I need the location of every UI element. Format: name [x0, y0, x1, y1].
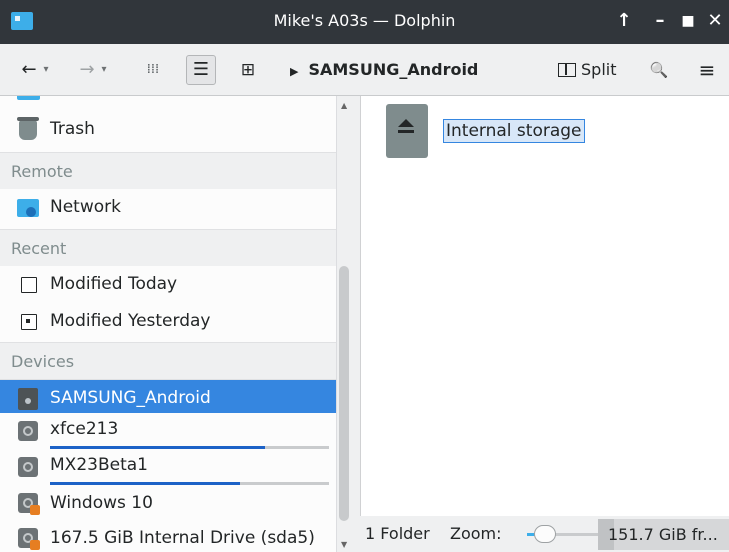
- disk-icon: [18, 421, 38, 441]
- sidebar-item-xfce213[interactable]: xfce213: [0, 413, 336, 450]
- split-button[interactable]: Split: [558, 54, 616, 86]
- forward-arrow-icon[interactable]: →: [76, 54, 98, 86]
- zoom-slider-handle[interactable]: [534, 525, 556, 543]
- file-view[interactable]: [360, 96, 729, 516]
- windows-disk-icon: [18, 528, 40, 550]
- breadcrumb-current[interactable]: SAMSUNG_Android: [308, 60, 478, 79]
- section-header-label: Remote: [11, 162, 73, 181]
- windows-disk-icon: [18, 493, 40, 515]
- free-space-indicator[interactable]: 151.7 GiB fr...: [598, 519, 729, 550]
- compact-view-icon[interactable]: ⊞: [234, 54, 262, 86]
- minimize-button[interactable]: –: [648, 9, 672, 33]
- network-folder-icon: [17, 199, 39, 217]
- sidebar-item-internal-drive[interactable]: 167.5 GiB Internal Drive (sda5): [0, 520, 336, 552]
- close-button[interactable]: ✕: [703, 9, 727, 33]
- zoom-label: Zoom:: [450, 524, 502, 543]
- back-arrow-icon[interactable]: ←: [18, 54, 40, 86]
- sidebar-item-mx23beta1[interactable]: MX23Beta1: [0, 449, 336, 486]
- sidebar-item-label: Network: [50, 197, 121, 217]
- partial-place-item-icon: [17, 96, 40, 100]
- status-summary: 1 Folder: [365, 524, 430, 543]
- calendar-icon: [21, 277, 37, 293]
- sidebar-item-label: Windows 10: [50, 493, 153, 513]
- sidebar-item-label: xfce213: [50, 419, 119, 439]
- sidebar-item-network[interactable]: Network: [0, 189, 336, 226]
- keep-above-button[interactable]: ↑: [612, 9, 636, 33]
- section-header-recent: Recent: [0, 229, 336, 267]
- file-item-internal-storage[interactable]: Internal storage: [443, 119, 585, 143]
- toolbar: ← ▾ → ▾ ⁞⁞⁞ ☰ ⊞ ▶ SAMSUNG_Android Split 🔍…: [0, 44, 729, 96]
- search-icon[interactable]: 🔍: [647, 54, 671, 86]
- sidebar-item-trash[interactable]: Trash: [0, 111, 336, 148]
- sidebar-item-samsung-android[interactable]: SAMSUNG_Android: [0, 380, 336, 417]
- disk-icon: [18, 457, 38, 477]
- scroll-up-arrow-icon[interactable]: ▲: [341, 101, 347, 110]
- status-bar: 1 Folder Zoom: 151.7 GiB fr...: [352, 516, 729, 552]
- breadcrumb-arrow-icon: ▶: [290, 65, 299, 78]
- storage-icon[interactable]: [386, 104, 428, 158]
- window-titlebar[interactable]: Mike's A03s — Dolphin ↑ – ■ ✕: [0, 0, 729, 44]
- forward-history-dropdown[interactable]: ▾: [98, 54, 110, 86]
- maximize-button[interactable]: ■: [676, 9, 700, 33]
- sidebar-item-label: Modified Today: [50, 274, 178, 294]
- sidebar-item-label: Trash: [50, 119, 95, 139]
- split-label: Split: [581, 60, 617, 79]
- section-header-remote: Remote: [0, 152, 336, 190]
- icons-view-icon[interactable]: ⁞⁞⁞: [138, 54, 168, 86]
- breadcrumb[interactable]: ▶ SAMSUNG_Android: [290, 54, 478, 86]
- sidebar-scrollbar-thumb[interactable]: [339, 266, 349, 521]
- sidebar-item-label: SAMSUNG_Android: [50, 388, 211, 408]
- free-space-label: 151.7 GiB fr...: [608, 525, 718, 544]
- sidebar-item-modified-yesterday[interactable]: Modified Yesterday: [0, 303, 336, 340]
- back-history-dropdown[interactable]: ▾: [40, 54, 52, 86]
- hamburger-menu-icon[interactable]: ≡: [695, 54, 719, 86]
- sidebar-item-label: MX23Beta1: [50, 455, 148, 475]
- trash-icon: [17, 117, 39, 140]
- sidebar-item-label: Modified Yesterday: [50, 311, 211, 331]
- section-header-label: Recent: [11, 239, 67, 258]
- sidebar-item-modified-today[interactable]: Modified Today: [0, 266, 336, 303]
- details-view-icon[interactable]: ☰: [186, 55, 216, 85]
- section-header-label: Devices: [11, 352, 75, 371]
- calendar-day-icon: [21, 314, 37, 330]
- section-header-devices: Devices: [0, 342, 336, 380]
- sidebar-item-windows-10[interactable]: Windows 10: [0, 485, 336, 522]
- scroll-down-arrow-icon[interactable]: ▼: [341, 540, 347, 549]
- sidebar-item-label: 167.5 GiB Internal Drive (sda5): [50, 528, 315, 548]
- phone-icon: [18, 388, 38, 410]
- split-view-icon: [558, 63, 576, 77]
